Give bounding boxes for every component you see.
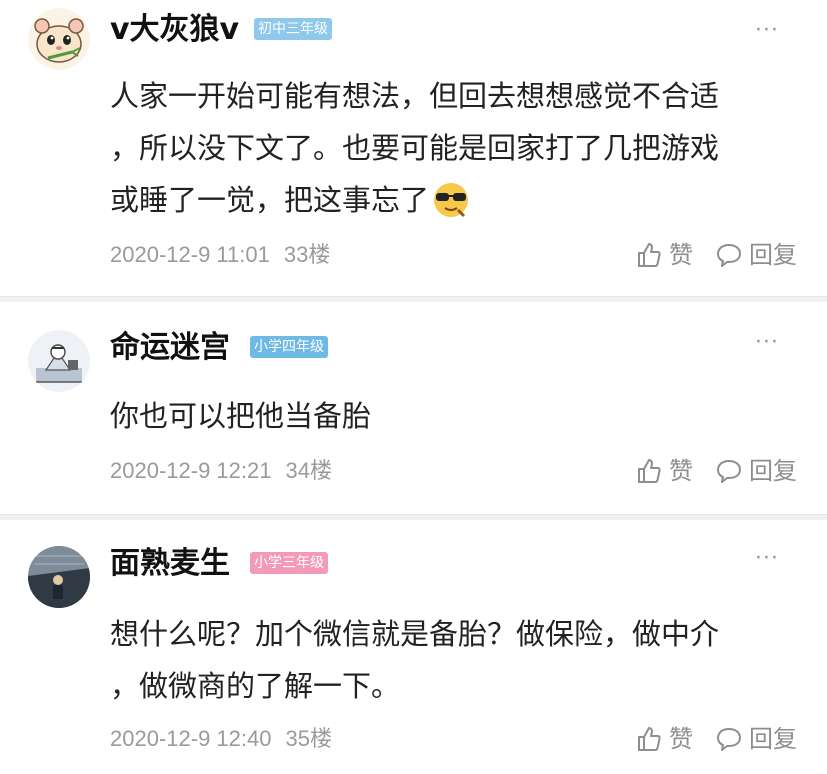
thumbs-up-icon bbox=[638, 459, 661, 483]
like-button[interactable]: 赞 bbox=[635, 456, 693, 486]
thumbs-up-icon bbox=[638, 243, 661, 267]
reply-button[interactable]: 回复 bbox=[715, 724, 797, 754]
grade-badge: 小学三年级 bbox=[250, 552, 328, 574]
sunglasses-emoji-icon bbox=[434, 183, 469, 218]
like-button[interactable]: 赞 bbox=[635, 240, 693, 270]
comment-actions: 赞 回复 bbox=[635, 456, 797, 486]
thumbs-up-icon bbox=[638, 727, 661, 751]
floor-number: 35楼 bbox=[285, 726, 332, 751]
speech-bubble-icon bbox=[717, 460, 741, 483]
comment-item: 命运迷宫 小学四年级 ··· 你也可以把他当备胎 2020-12-9 12:21… bbox=[0, 302, 827, 514]
floor-number: 34楼 bbox=[285, 458, 332, 483]
comment-item: 面熟麦生 小学三年级 ··· 想什么呢？加个微信就是备胎？做保险，做中介 ，做微… bbox=[0, 520, 827, 774]
reply-button[interactable]: 回复 bbox=[715, 240, 797, 270]
comment-text: 人家一开始可能有想法，但回去想想感觉不合适 ，所以没下文了。也要可能是回家打了几… bbox=[110, 70, 800, 226]
speech-bubble-icon bbox=[717, 728, 741, 751]
more-options-icon[interactable]: ··· bbox=[755, 332, 779, 354]
grade-badge: 小学四年级 bbox=[250, 336, 328, 358]
comment-meta: 2020-12-9 12:21 34楼 bbox=[110, 456, 346, 486]
timestamp: 2020-12-9 12:21 bbox=[110, 458, 272, 483]
username[interactable]: 面熟麦生 bbox=[110, 546, 230, 582]
avatar[interactable] bbox=[28, 546, 90, 608]
avatar[interactable] bbox=[28, 330, 90, 392]
avatar[interactable] bbox=[28, 8, 90, 70]
photo-avatar-icon bbox=[28, 546, 90, 608]
comment-meta: 2020-12-9 12:40 35楼 bbox=[110, 724, 346, 754]
timestamp: 2020-12-9 12:40 bbox=[110, 726, 272, 751]
grade-badge: 初中三年级 bbox=[254, 18, 332, 40]
comment-text: 你也可以把他当备胎 bbox=[110, 399, 372, 433]
comment-meta: 2020-12-9 11:01 33楼 bbox=[110, 240, 344, 270]
like-button[interactable]: 赞 bbox=[635, 724, 693, 754]
floor-number: 33楼 bbox=[283, 242, 331, 267]
more-options-icon[interactable]: ··· bbox=[755, 20, 779, 42]
sketch-avatar-icon bbox=[28, 330, 90, 392]
username[interactable]: v大灰狼v bbox=[110, 12, 239, 48]
hamster-avatar-icon bbox=[28, 8, 90, 70]
comment-actions: 赞 回复 bbox=[635, 240, 797, 270]
username[interactable]: 命运迷宫 bbox=[110, 330, 230, 366]
more-options-icon[interactable]: ··· bbox=[755, 548, 779, 570]
comment-actions: 赞 回复 bbox=[635, 724, 797, 754]
timestamp: 2020-12-9 11:01 bbox=[110, 242, 270, 267]
reply-button[interactable]: 回复 bbox=[715, 456, 797, 486]
speech-bubble-icon bbox=[717, 244, 741, 267]
comment-item: v大灰狼v 初中三年级 ··· 人家一开始可能有想法，但回去想想感觉不合适 ，所… bbox=[0, 0, 827, 296]
comment-text: 想什么呢？加个微信就是备胎？做保险，做中介 ，做微商的了解一下。 bbox=[110, 617, 720, 703]
